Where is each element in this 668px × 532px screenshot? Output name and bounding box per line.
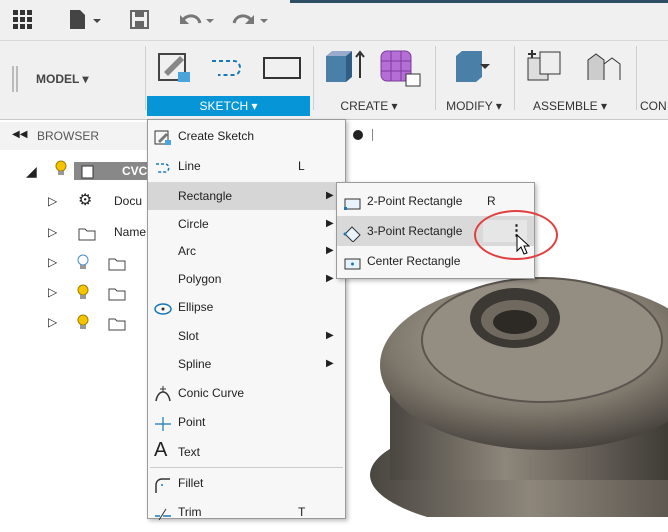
ribbon-divider xyxy=(636,46,637,110)
fillet-icon xyxy=(154,475,172,493)
menu-item-arc[interactable]: Arc ▶ xyxy=(148,237,345,265)
tree-row-document-settings[interactable]: ▷ ⚙ Docu xyxy=(46,189,150,213)
submenu-arrow-icon: ▶ xyxy=(326,358,334,369)
submenu-arrow-icon: ▶ xyxy=(326,245,334,256)
folder-icon xyxy=(108,255,126,279)
expand-triangle-icon[interactable]: ▷ xyxy=(48,189,57,213)
menu-item-ellipse[interactable]: Ellipse xyxy=(148,293,345,321)
root-name: CVC xyxy=(122,164,148,178)
rectangle-tool-icon[interactable] xyxy=(262,55,306,86)
browser-root[interactable]: ◢ CVC xyxy=(26,159,154,185)
menu-item-fillet[interactable]: Fillet xyxy=(148,469,345,497)
menu-item-circle[interactable]: Circle ▶ xyxy=(148,210,345,238)
center-rectangle-icon xyxy=(343,253,361,270)
tree-row-folder[interactable]: ▷ xyxy=(46,310,150,334)
sketch-dropdown-menu: Create Sketch Line L Rectangle ▶ Circle … xyxy=(147,119,346,521)
workspace-switcher[interactable]: MODEL ▾ xyxy=(36,72,136,86)
submenu-arrow-icon: ▶ xyxy=(326,330,334,341)
menu-item-text[interactable]: A Text xyxy=(148,438,345,466)
tab-construct[interactable]: CON xyxy=(640,96,668,116)
expand-triangle-icon[interactable]: ▷ xyxy=(48,280,57,304)
undo-icon[interactable] xyxy=(178,9,218,34)
menu-item-line[interactable]: Line L xyxy=(148,152,345,180)
3d-model-part[interactable] xyxy=(370,240,668,532)
menu-item-rectangle[interactable]: Rectangle ▶ xyxy=(148,182,345,210)
modify-icon[interactable] xyxy=(452,48,494,89)
grid-menu-icon[interactable] xyxy=(12,9,32,32)
expand-triangle-icon[interactable]: ▷ xyxy=(48,250,57,274)
file-icon[interactable] xyxy=(68,9,102,34)
tree-row-folder[interactable]: ▷ xyxy=(46,280,150,304)
save-icon[interactable] xyxy=(130,9,150,34)
ribbon-grip xyxy=(16,66,18,92)
new-component-icon[interactable] xyxy=(524,48,568,89)
browser-title: BROWSER xyxy=(37,129,100,143)
folder-icon xyxy=(108,315,126,339)
menu-item-slot[interactable]: Slot ▶ xyxy=(148,322,345,350)
expand-triangle-icon[interactable]: ▷ xyxy=(48,310,57,334)
menu-item-create-sketch[interactable]: Create Sketch xyxy=(148,122,345,150)
component-icon xyxy=(80,163,96,187)
create-sketch-icon[interactable] xyxy=(156,50,194,87)
two-point-rectangle-icon xyxy=(343,193,361,210)
ribbon-divider xyxy=(313,46,314,110)
submenu-arrow-icon: ▶ xyxy=(326,218,334,229)
menu-item-point[interactable]: Point xyxy=(148,408,345,436)
menu-item-polygon[interactable]: Polygon ▶ xyxy=(148,265,345,293)
tree-row-label: Docu xyxy=(114,194,143,208)
menu-item-conic-curve[interactable]: Conic Curve xyxy=(148,379,345,407)
redo-icon[interactable] xyxy=(232,9,272,34)
title-bar-accent xyxy=(290,0,668,3)
menu-item-trim[interactable]: Trim T xyxy=(148,498,345,526)
point-icon xyxy=(154,414,172,431)
trim-icon xyxy=(154,504,172,521)
lightbulb-icon[interactable] xyxy=(54,159,68,185)
lightbulb-off-icon[interactable] xyxy=(76,253,90,279)
menu-item-spline[interactable]: Spline ▶ xyxy=(148,350,345,378)
ribbon-divider xyxy=(145,46,146,110)
ribbon-grip xyxy=(12,66,14,92)
submenu-arrow-icon: ▶ xyxy=(326,190,334,201)
ellipse-icon xyxy=(154,299,172,315)
folder-icon xyxy=(78,225,96,249)
tab-sketch[interactable]: SKETCH ▾ xyxy=(147,96,310,116)
mouse-cursor-icon xyxy=(516,233,531,259)
menu-separator xyxy=(150,467,343,468)
form-icon[interactable] xyxy=(378,48,424,91)
collapse-browser-icon[interactable]: ◀◀ xyxy=(12,129,27,140)
tab-assemble[interactable]: ASSEMBLE ▾ xyxy=(522,96,618,116)
tree-row-named-views[interactable]: ▷ Name xyxy=(46,220,150,244)
folder-icon xyxy=(108,285,126,309)
line-tool-icon[interactable] xyxy=(208,55,252,86)
joint-icon[interactable] xyxy=(582,50,626,89)
submenu-arrow-icon: ▶ xyxy=(326,273,334,284)
collapse-triangle-icon[interactable]: ◢ xyxy=(26,159,37,183)
create-sketch-icon xyxy=(154,128,172,145)
gear-icon: ⚙ xyxy=(78,192,93,209)
extrude-icon[interactable] xyxy=(324,48,370,89)
tab-create[interactable]: CREATE ▾ xyxy=(326,96,412,116)
line-icon xyxy=(154,158,172,174)
tree-row-label: Name xyxy=(114,225,147,239)
tree-row-folder[interactable]: ▷ xyxy=(46,250,150,274)
tab-modify[interactable]: MODIFY ▾ xyxy=(432,96,516,116)
three-point-rectangle-icon xyxy=(343,223,361,243)
comments-toggle-icon[interactable] xyxy=(352,127,376,146)
text-icon: A xyxy=(154,439,168,461)
lightbulb-icon[interactable] xyxy=(76,313,90,339)
lightbulb-icon[interactable] xyxy=(76,283,90,309)
conic-curve-icon xyxy=(154,385,172,402)
expand-triangle-icon[interactable]: ▷ xyxy=(48,220,57,244)
